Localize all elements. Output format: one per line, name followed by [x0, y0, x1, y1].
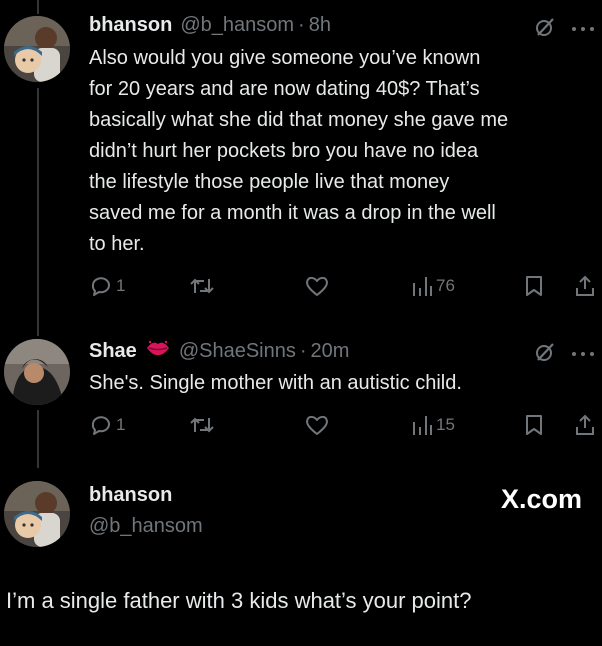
retweet-button[interactable]: [189, 410, 215, 440]
thread-line: [37, 0, 39, 14]
text-line: She's. Single mother with an autistic ch…: [89, 372, 462, 394]
share-icon: [576, 275, 594, 296]
like-button[interactable]: [304, 410, 330, 440]
grok-icon[interactable]: [534, 16, 556, 43]
tweet-header: Shae @ShaeSinns · 20m: [89, 336, 349, 366]
thread-line: [37, 410, 39, 468]
header-icons: [534, 341, 596, 368]
brand-text: X.com: [500, 484, 582, 514]
card-author-handle[interactable]: @b_hansom: [89, 515, 203, 538]
views-button[interactable]: 15: [411, 410, 455, 440]
view-count: 15: [436, 415, 455, 434]
share-button[interactable]: [574, 410, 596, 440]
thread-line: [37, 88, 39, 336]
retweet-icon: [190, 278, 214, 294]
share-icon: [576, 414, 594, 435]
tweet-text: Also would you give someone you’ve known…: [89, 43, 589, 260]
text-line: didn’t hurt her pockets bro you have no …: [89, 140, 479, 162]
text-line: saved me for a month it was a drop in th…: [89, 202, 496, 224]
author-name[interactable]: Shae: [89, 340, 137, 363]
action-bar: 1 76: [89, 271, 599, 301]
avatar-bhanson[interactable]: [4, 481, 70, 547]
tweet-text: She's. Single mother with an autistic ch…: [89, 368, 589, 399]
retweet-button[interactable]: [189, 271, 215, 301]
views-button[interactable]: 76: [411, 271, 455, 301]
text-line: basically what she did that money she ga…: [89, 109, 509, 131]
timestamp[interactable]: 8h: [309, 14, 331, 37]
more-icon[interactable]: [570, 21, 596, 39]
separator: ·: [298, 13, 305, 36]
avatar-shae[interactable]: [4, 339, 70, 405]
avatar-bhanson[interactable]: [4, 16, 70, 82]
reply-icon: [91, 416, 110, 435]
reply-button[interactable]: 1: [89, 410, 125, 440]
screenshot: bhanson @b_hansom · 8h Also would you gi…: [0, 0, 602, 646]
more-icon[interactable]: [570, 346, 596, 364]
bookmark-button[interactable]: [524, 271, 544, 301]
tweet-header: bhanson @b_hansom · 8h: [89, 10, 331, 40]
author-handle[interactable]: @ShaeSinns: [179, 340, 296, 363]
like-icon: [306, 415, 328, 435]
bookmark-button[interactable]: [524, 410, 544, 440]
views-icon: [413, 416, 432, 435]
views-icon: [413, 277, 432, 296]
text-line: for 20 years and are now dating 40$? Tha…: [89, 78, 480, 100]
grok-icon[interactable]: [534, 341, 556, 368]
author-name[interactable]: bhanson: [89, 14, 172, 37]
view-count: 76: [436, 276, 455, 295]
reply-count: 1: [116, 276, 126, 295]
lips-icon: [145, 337, 171, 365]
reply-count: 1: [116, 415, 126, 434]
share-button[interactable]: [574, 271, 596, 301]
timestamp[interactable]: 20m: [311, 340, 350, 363]
like-icon: [306, 276, 328, 296]
text-line: the lifestyle those people live that mon…: [89, 171, 450, 193]
author-handle[interactable]: @b_hansom: [180, 14, 294, 37]
reply-button[interactable]: 1: [89, 271, 125, 301]
text-line: to her.: [89, 233, 145, 255]
card-author-name[interactable]: bhanson: [89, 484, 172, 507]
reply-text: I’m a single father with 3 kids what’s y…: [6, 588, 472, 613]
bookmark-icon: [526, 276, 542, 296]
header-icons: [534, 16, 596, 43]
reply-icon: [91, 277, 110, 296]
bookmark-icon: [526, 415, 542, 435]
like-button[interactable]: [304, 271, 330, 301]
action-bar: 1 15: [89, 410, 599, 440]
separator: ·: [299, 339, 307, 362]
retweet-icon: [190, 417, 214, 433]
text-line: Also would you give someone you’ve known: [89, 47, 481, 69]
x-logo: X.com: [501, 484, 582, 515]
